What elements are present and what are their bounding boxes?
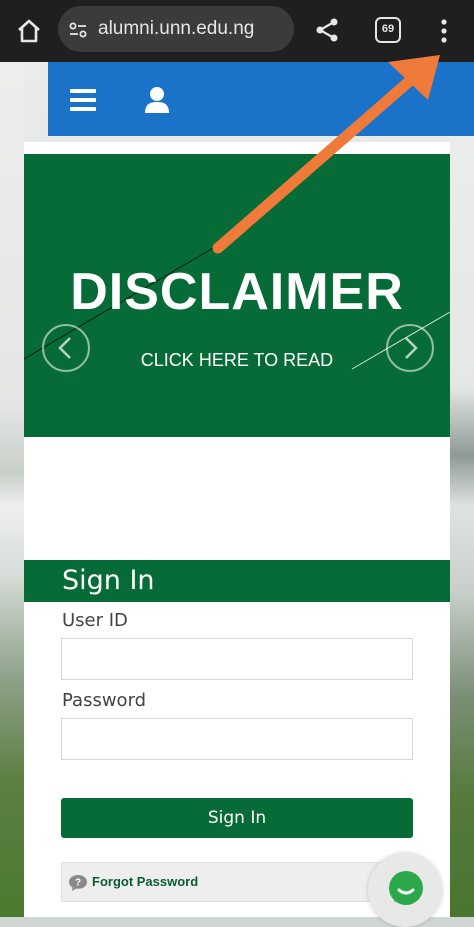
question-icon: ? <box>69 875 87 891</box>
banner-title: DISCLAIMER <box>70 263 404 321</box>
disclaimer-banner[interactable]: DISCLAIMER CLICK HERE TO READ <box>24 154 450 437</box>
tabs-button[interactable]: 69 <box>375 17 401 43</box>
tab-count: 69 <box>381 23 395 35</box>
user-id-input[interactable] <box>61 638 413 680</box>
home-button[interactable] <box>14 16 44 46</box>
user-icon <box>145 87 169 113</box>
home-icon <box>18 19 40 43</box>
browser-menu-button[interactable] <box>434 14 454 48</box>
site-info-icon[interactable] <box>68 20 88 40</box>
password-label: Password <box>62 690 147 711</box>
carousel-prev-button[interactable] <box>42 324 90 372</box>
chevron-right-icon <box>405 337 418 359</box>
forgot-password-link[interactable]: ? Forgot Password <box>61 862 413 902</box>
carousel-next-button[interactable] <box>386 324 434 372</box>
menu-icon <box>70 89 96 111</box>
svg-text:?: ? <box>75 878 81 889</box>
password-input[interactable] <box>61 718 413 760</box>
background-photo-left <box>0 62 24 917</box>
menu-button[interactable] <box>70 89 96 111</box>
signin-button[interactable]: Sign In <box>61 798 413 838</box>
account-button[interactable] <box>144 86 170 114</box>
share-button[interactable] <box>313 16 341 44</box>
share-icon <box>316 18 338 42</box>
address-bar[interactable]: alumni.unn.edu.ng <box>58 6 294 52</box>
user-id-label: User ID <box>62 610 128 631</box>
chat-widget-button[interactable] <box>368 853 442 927</box>
forgot-password-label[interactable]: Forgot Password <box>92 863 198 901</box>
signin-title: Sign In <box>62 565 155 596</box>
signin-header: Sign In <box>24 560 450 602</box>
browser-toolbar: alumni.unn.edu.ng 69 <box>0 0 474 62</box>
chat-icon <box>389 871 423 905</box>
chevron-left-icon <box>58 337 71 359</box>
main-card: DISCLAIMER CLICK HERE TO READ Sign In Us… <box>24 142 450 917</box>
more-vert-icon <box>441 19 447 43</box>
site-navbar <box>48 62 474 136</box>
background-photo-right <box>450 62 474 917</box>
url-text[interactable]: alumni.unn.edu.ng <box>98 6 254 52</box>
